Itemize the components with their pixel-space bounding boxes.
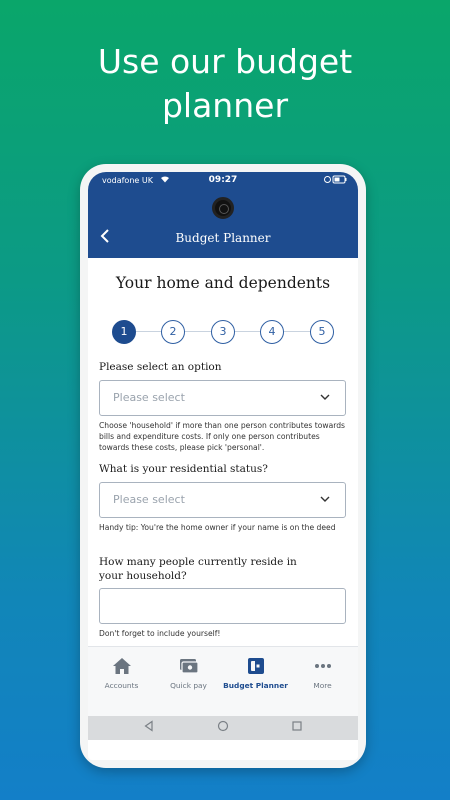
- android-nav-bar: [88, 716, 358, 740]
- home-icon: [113, 658, 131, 674]
- step-4[interactable]: 4: [260, 320, 284, 344]
- nav-recents-icon[interactable]: [289, 720, 305, 736]
- more-dots-icon: [315, 664, 331, 668]
- battery-icon: [324, 175, 348, 186]
- page-header-title: Budget Planner: [175, 231, 271, 245]
- step-1[interactable]: 1: [112, 320, 136, 344]
- progress-stepper: 1 2 3 4 5: [112, 320, 334, 344]
- tab-budget-planner[interactable]: Budget Planner: [222, 647, 289, 717]
- bottom-tab-bar: Accounts Quick pay Budget Planner More: [88, 646, 358, 716]
- people-count-help-text: Don't forget to include yourself!: [99, 629, 221, 638]
- headline-line-2: planner: [161, 86, 289, 125]
- tab-accounts[interactable]: Accounts: [88, 647, 155, 717]
- option-label: Please select an option: [99, 361, 222, 373]
- tab-label: Budget Planner: [223, 681, 288, 690]
- status-time: 09:27: [208, 175, 238, 185]
- residential-help-text: Handy tip: You're the home owner if your…: [99, 523, 336, 532]
- people-count-input[interactable]: [99, 588, 346, 624]
- tab-label: More: [313, 681, 332, 690]
- app-header: Budget Planner: [88, 194, 358, 258]
- chevron-down-icon: [320, 394, 330, 400]
- chevron-down-icon: [320, 496, 330, 502]
- step-3[interactable]: 3: [211, 320, 235, 344]
- option-select[interactable]: Please select: [99, 380, 346, 416]
- residential-status-label: What is your residential status?: [99, 463, 268, 475]
- tab-quick-pay[interactable]: Quick pay: [155, 647, 222, 717]
- step-5[interactable]: 5: [310, 320, 334, 344]
- budget-planner-icon: [248, 658, 264, 674]
- front-camera: [212, 197, 234, 219]
- nav-home-icon[interactable]: [215, 720, 231, 736]
- people-count-label-line-1: How many people currently reside in: [99, 556, 297, 568]
- residential-status-select[interactable]: Please select: [99, 482, 346, 518]
- status-bar: vodafone UK 09:27: [88, 172, 358, 194]
- people-count-label-line-2: your household?: [99, 570, 187, 582]
- residential-select-placeholder: Please select: [113, 493, 185, 506]
- quick-pay-icon: [180, 659, 199, 674]
- headline-line-1: Use our budget: [97, 42, 353, 81]
- phone-screen: vodafone UK 09:27 Budget Planner Your ho…: [88, 172, 358, 760]
- option-select-placeholder: Please select: [113, 391, 185, 404]
- page-title: Your home and dependents: [115, 274, 331, 292]
- tab-label: Quick pay: [170, 681, 207, 690]
- tab-more[interactable]: More: [289, 647, 356, 717]
- nav-back-icon[interactable]: [141, 720, 157, 736]
- promo-headline: Use our budget planner: [0, 40, 450, 128]
- option-help-text: Choose 'household' if more than one pers…: [99, 421, 346, 452]
- tab-label: Accounts: [104, 681, 139, 690]
- step-2[interactable]: 2: [161, 320, 185, 344]
- form-content: Your home and dependents 1 2 3 4 5 Pleas…: [88, 258, 358, 646]
- phone-frame: vodafone UK 09:27 Budget Planner Your ho…: [80, 164, 366, 768]
